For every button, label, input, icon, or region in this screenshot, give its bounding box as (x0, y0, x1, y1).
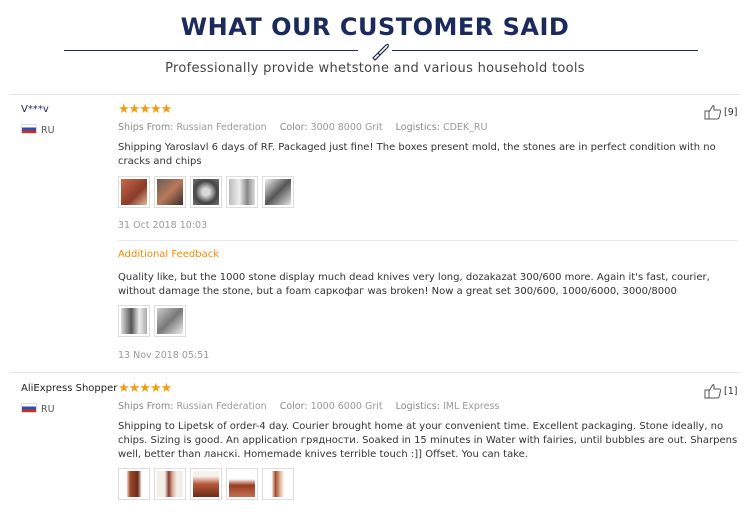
russia-flag-icon (21, 124, 37, 134)
review-photo[interactable] (118, 176, 150, 208)
review-photo[interactable] (226, 176, 258, 208)
divider (10, 94, 740, 95)
review-photo[interactable] (154, 468, 186, 500)
russia-flag-icon (21, 403, 37, 413)
thumbs-up-icon (704, 384, 722, 399)
helpful-button[interactable]: [9] (704, 104, 737, 120)
review-photo[interactable] (190, 468, 222, 500)
review-photo[interactable] (154, 176, 186, 208)
review-photo[interactable] (262, 468, 294, 500)
title-divider-left (64, 50, 358, 51)
review-meta: Ships From: Russian Federation Color: 10… (118, 401, 500, 412)
additional-feedback-date: 13 Nov 2018 05:51 (118, 350, 210, 361)
section-title: WHAT OUR CUSTOMER SAID (180, 13, 570, 41)
reviewer-name: V***v (21, 104, 49, 115)
reviewer-country: RU (21, 124, 55, 136)
reviewer-country: RU (21, 403, 55, 415)
section-header: WHAT OUR CUSTOMER SAID Professionally pr… (0, 0, 750, 92)
review-photo[interactable] (118, 468, 150, 500)
thumbs-up-icon (704, 105, 722, 120)
helpful-count: [1] (724, 385, 738, 397)
review-photos (118, 176, 294, 208)
review-meta: Ships From: Russian Federation Color: 30… (118, 122, 488, 133)
rating-stars: ★★★★★ (118, 102, 172, 117)
review-photo[interactable] (226, 468, 258, 500)
review-photo[interactable] (262, 176, 294, 208)
section-subtitle: Professionally provide whetstone and var… (165, 61, 585, 76)
review-photos (118, 468, 294, 500)
reviewer-name: AliExpress Shopper (21, 383, 118, 394)
review-photo[interactable] (190, 176, 222, 208)
divider (10, 372, 740, 373)
helpful-count: [9] (724, 106, 738, 118)
review-photo[interactable] (118, 305, 150, 337)
additional-feedback-text: Quality like, but the 1000 stone display… (118, 272, 710, 297)
additional-feedback-photos (118, 305, 186, 337)
knife-icon (372, 43, 389, 61)
divider (118, 240, 738, 241)
title-divider-right (392, 50, 698, 51)
review-date: 31 Oct 2018 10:03 (118, 220, 208, 231)
review-text: Shipping Yaroslavl 6 days of RF. Package… (118, 142, 716, 167)
additional-feedback-label: Additional Feedback (118, 249, 220, 260)
review-photo[interactable] (154, 305, 186, 337)
helpful-button[interactable]: [1] (704, 383, 737, 399)
rating-stars: ★★★★★ (118, 381, 172, 396)
review-text: Shipping to Lipetsk of order-4 day. Cour… (118, 421, 738, 460)
